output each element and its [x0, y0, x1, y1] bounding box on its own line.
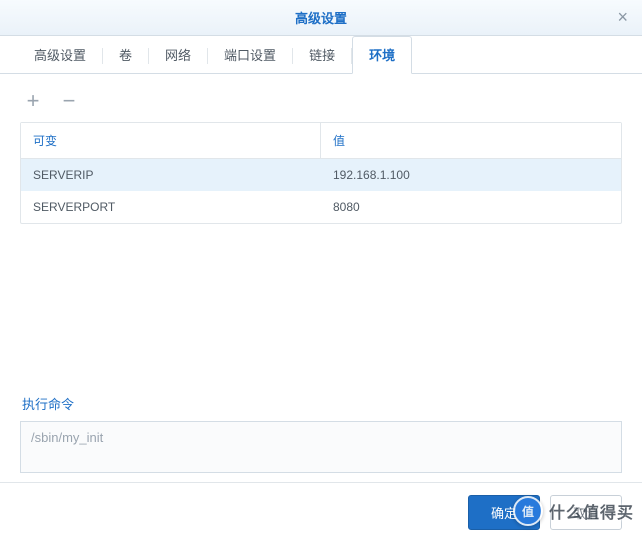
env-table: 可变 值 SERVERIP 192.168.1.100 SERVERPORT 8… [20, 122, 622, 224]
cell-variable: SERVERPORT [21, 191, 321, 223]
tab-links[interactable]: 链接 [293, 37, 351, 73]
ok-button[interactable]: 确定 [468, 495, 540, 530]
plus-icon: + [27, 90, 40, 112]
tab-advanced[interactable]: 高级设置 [18, 37, 102, 73]
cell-value: 8080 [321, 191, 621, 223]
tab-network[interactable]: 网络 [149, 37, 207, 73]
table-row[interactable]: SERVERPORT 8080 [21, 191, 621, 223]
close-icon[interactable]: × [617, 8, 628, 26]
toolbar: + − [20, 86, 622, 122]
tab-bar: 高级设置 卷 网络 端口设置 链接 环境 [0, 36, 642, 74]
table-header: 可变 值 [21, 123, 621, 159]
dialog-header: 高级设置 × [0, 0, 642, 36]
table-row[interactable]: SERVERIP 192.168.1.100 [21, 159, 621, 191]
minus-icon: − [63, 90, 76, 112]
command-label: 执行命令 [22, 394, 622, 413]
add-button[interactable]: + [22, 90, 44, 112]
tab-volume[interactable]: 卷 [103, 37, 148, 73]
dialog-footer: 确定 取消 [0, 482, 642, 542]
header-variable[interactable]: 可变 [21, 123, 321, 158]
content-area: + − 可变 值 SERVERIP 192.168.1.100 SERVERPO… [0, 74, 642, 476]
cancel-button[interactable]: 取消 [550, 495, 622, 530]
header-value[interactable]: 值 [321, 123, 621, 158]
cell-value: 192.168.1.100 [321, 159, 621, 191]
command-input[interactable] [20, 421, 622, 473]
tab-environment[interactable]: 环境 [352, 36, 412, 74]
table-body: SERVERIP 192.168.1.100 SERVERPORT 8080 [21, 159, 621, 223]
tab-ports[interactable]: 端口设置 [208, 37, 292, 73]
dialog-title: 高级设置 [295, 8, 347, 27]
remove-button[interactable]: − [58, 90, 80, 112]
cell-variable: SERVERIP [21, 159, 321, 191]
